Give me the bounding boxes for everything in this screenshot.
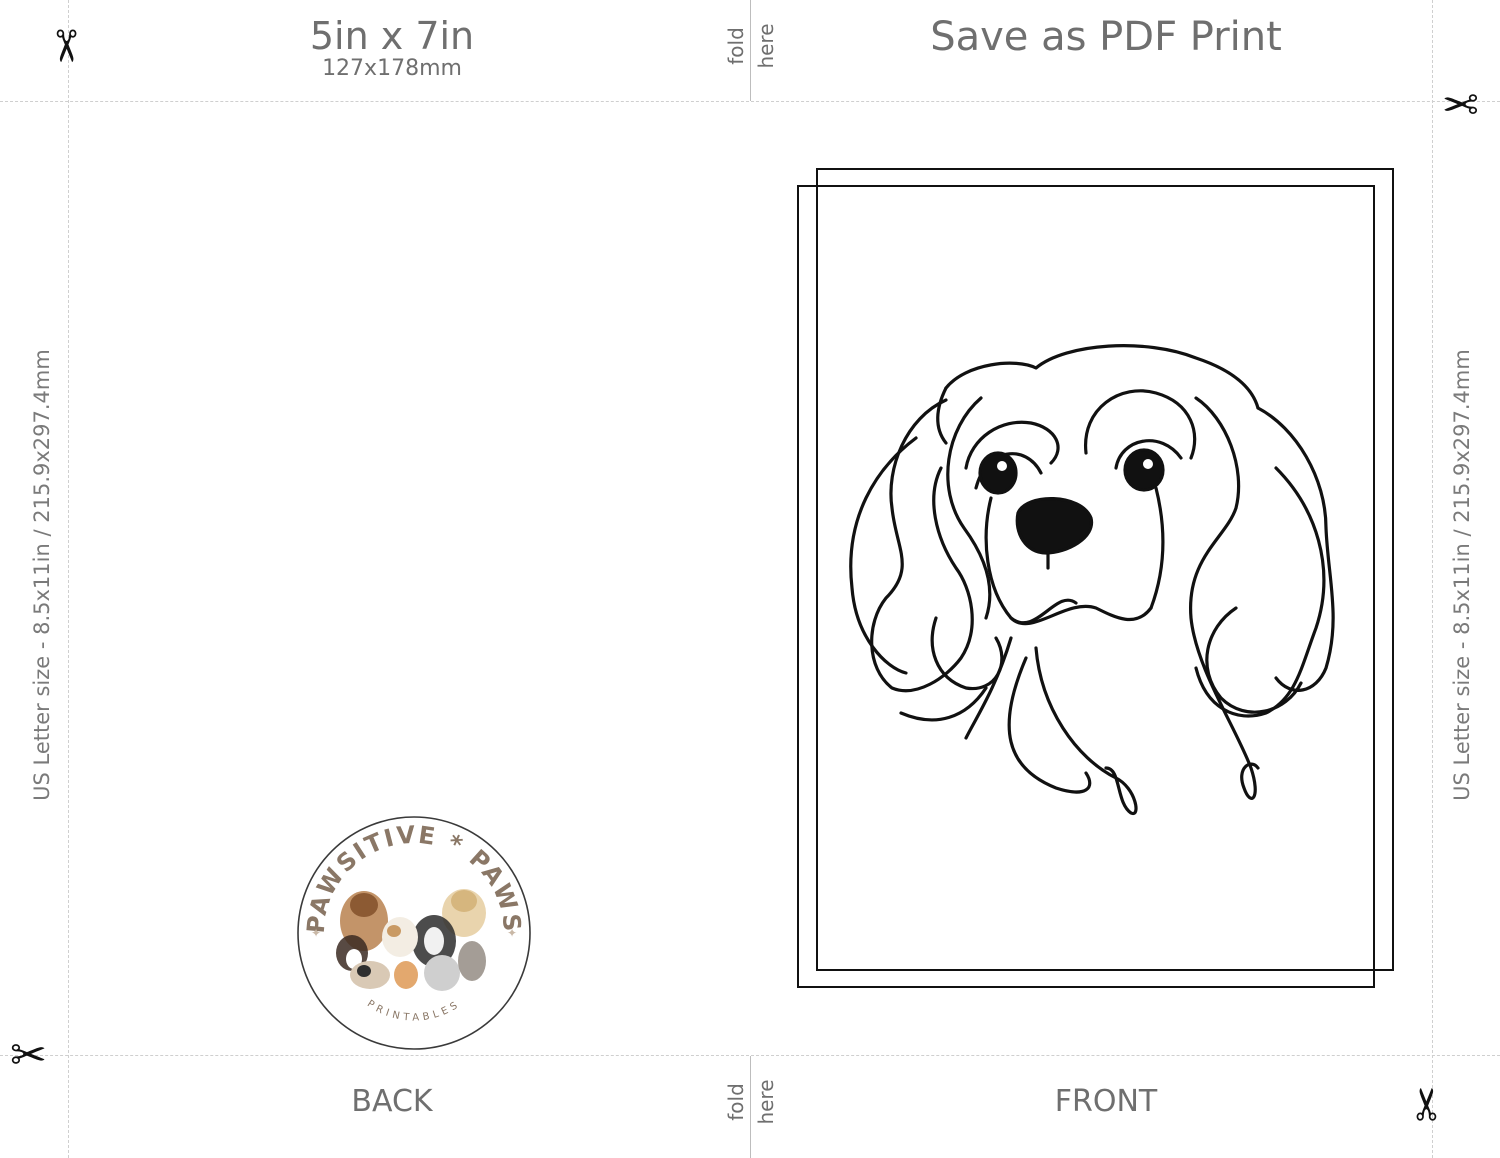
cut-guide-top <box>0 101 1500 102</box>
svg-text:✦: ✦ <box>507 926 517 940</box>
scissors-icon: ✂ <box>39 27 91 65</box>
dog-line-art <box>849 344 1335 815</box>
scissors-icon: ✂ <box>1442 77 1479 128</box>
front-frame-inner <box>797 185 1375 988</box>
fold-word-bottom-2: here <box>754 1079 778 1125</box>
cut-guide-right <box>1432 0 1433 1158</box>
fold-word-top-2: here <box>754 23 778 69</box>
svg-text:✦: ✦ <box>311 926 321 940</box>
front-label: FRONT <box>1054 1084 1158 1119</box>
scissors-icon: ✂ <box>10 1030 47 1081</box>
scissors-icon: ✂ <box>1402 1085 1454 1123</box>
fold-word-bottom-1: fold <box>724 1083 748 1121</box>
cut-guide-left <box>68 0 69 1158</box>
side-label-left: US Letter size - 8.5x11in / 215.9x297.4m… <box>30 349 54 801</box>
fold-line-top <box>750 0 751 101</box>
fold-word-top-1: fold <box>724 27 748 65</box>
card-size-label: 5in x 7in <box>309 14 475 58</box>
front-artwork <box>797 168 1394 988</box>
back-label: BACK <box>351 1084 433 1119</box>
card-size-metric: 127x178mm <box>322 56 462 81</box>
fold-line-bottom <box>750 1056 751 1158</box>
side-label-right: US Letter size - 8.5x11in / 215.9x297.4m… <box>1450 349 1474 801</box>
page-title: Save as PDF Print <box>930 14 1282 60</box>
brand-logo: PAWSITIVE * PAWS PRINTABLES ✦ ✦ <box>297 816 531 1050</box>
